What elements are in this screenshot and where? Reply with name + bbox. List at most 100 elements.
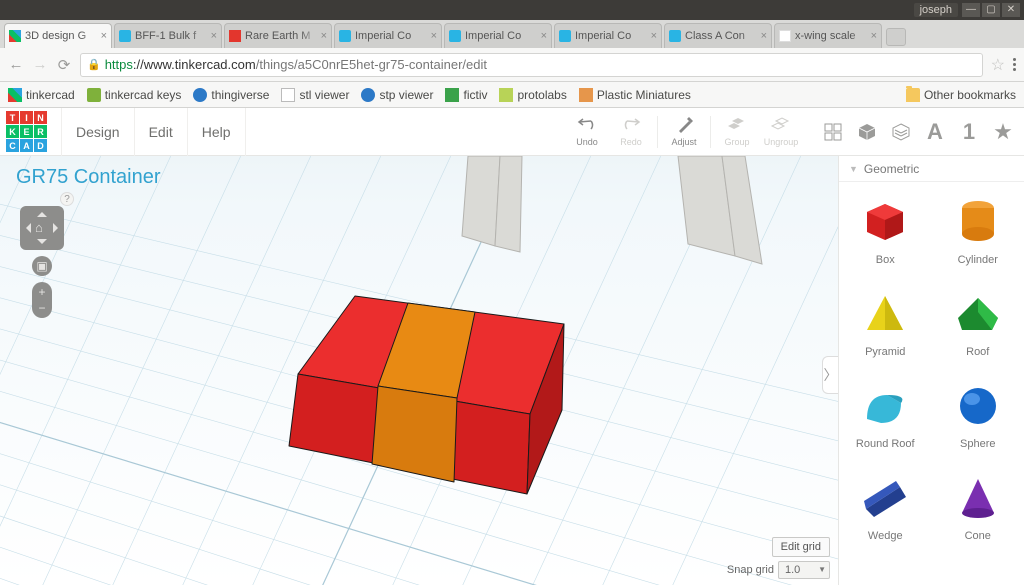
tab-close-icon[interactable]: × <box>651 30 657 42</box>
shape-Sphere[interactable]: Sphere <box>932 366 1024 458</box>
favicon-icon <box>9 30 21 42</box>
os-username: joseph <box>914 3 958 17</box>
fit-view-button[interactable]: ▣ <box>32 256 52 276</box>
bookmarks-bar: tinkercad tinkercad keys thingiverse stl vi… <box>0 82 1024 108</box>
bookmark-item[interactable]: thingiverse <box>193 88 269 102</box>
shape-label: Cylinder <box>958 254 998 266</box>
browser-tab[interactable]: Rare Earth M × <box>224 23 332 48</box>
browser-tab[interactable]: Imperial Co × <box>554 23 662 48</box>
app-menu-help[interactable]: Help <box>187 108 246 156</box>
bookmark-favicon-icon <box>193 88 207 102</box>
tab-title: Imperial Co <box>355 30 429 42</box>
shape-dome[interactable] <box>839 550 932 585</box>
tab-close-icon[interactable]: × <box>431 30 437 42</box>
project-title[interactable]: GR75 Container <box>16 166 161 189</box>
browser-tab[interactable]: BFF-1 Bulk f × <box>114 23 222 48</box>
workplane-tool-icon[interactable] <box>820 119 846 145</box>
shape-Box[interactable]: Box <box>839 182 932 274</box>
shape-Round Roof[interactable]: Round Roof <box>839 366 932 458</box>
bookmark-favicon-icon <box>445 88 459 102</box>
striped-cube-icon[interactable] <box>888 119 914 145</box>
adjust-button[interactable]: Adjust <box>662 108 706 156</box>
browser-tab[interactable]: x-wing scale × <box>774 23 882 48</box>
bookmark-item[interactable]: tinkercad keys <box>87 88 182 102</box>
tab-close-icon[interactable]: × <box>541 30 547 42</box>
orbit-down-icon[interactable] <box>37 239 47 249</box>
edit-grid-button[interactable]: Edit grid <box>772 537 830 557</box>
back-button[interactable]: ← <box>8 57 24 73</box>
shape-Cylinder[interactable]: Cylinder <box>932 182 1024 274</box>
bookmark-label: stl viewer <box>299 88 349 102</box>
shape-Roof[interactable]: Roof <box>932 274 1024 366</box>
view-help-button[interactable]: ? <box>60 192 74 206</box>
shape-thumb-icon <box>857 380 913 432</box>
browser-tab[interactable]: Class A Con × <box>664 23 772 48</box>
orbit-right-icon[interactable] <box>53 223 63 233</box>
reload-button[interactable]: ⟳ <box>56 57 72 73</box>
app-toolbar: TINKERCAD DesignEditHelp UndoRedoAdjustG… <box>0 108 1024 156</box>
view-cube[interactable]: ⌂ <box>20 206 64 250</box>
shape-Wedge[interactable]: Wedge <box>839 458 932 550</box>
bookmark-label: thingiverse <box>211 88 269 102</box>
browser-tab[interactable]: Imperial Co × <box>444 23 552 48</box>
tab-close-icon[interactable]: × <box>101 30 107 42</box>
chrome-menu-button[interactable] <box>1013 58 1016 71</box>
favicon-icon <box>779 30 791 42</box>
shape-Cone[interactable]: Cone <box>932 458 1024 550</box>
favicon-icon <box>669 30 681 42</box>
os-maximize-button[interactable]: ▢ <box>982 3 1000 17</box>
orbit-left-icon[interactable] <box>21 223 31 233</box>
tab-close-icon[interactable]: × <box>871 30 877 42</box>
bookmark-star-icon[interactable]: ☆ <box>991 55 1005 75</box>
shape-Pyramid[interactable]: Pyramid <box>839 274 932 366</box>
text-tool-icon[interactable]: A <box>922 119 948 145</box>
bookmark-item[interactable]: stl viewer <box>281 88 349 102</box>
app-menu: DesignEditHelp <box>61 108 246 156</box>
home-view-icon[interactable]: ⌂ <box>35 220 43 235</box>
number-tool-icon[interactable]: 1 <box>956 119 982 145</box>
panel-toggle-button[interactable]: 〉 <box>822 356 838 394</box>
bookmark-label: tinkercad <box>26 88 75 102</box>
bookmark-item[interactable]: Plastic Miniatures <box>579 88 691 102</box>
zoom-out-button[interactable]: − <box>32 300 52 316</box>
app-menu-design[interactable]: Design <box>61 108 134 156</box>
undo-button[interactable]: Undo <box>565 108 609 156</box>
other-bookmarks-button[interactable]: Other bookmarks <box>906 88 1016 102</box>
app-menu-edit[interactable]: Edit <box>134 108 187 156</box>
favorites-star-icon[interactable]: ★ <box>990 119 1016 145</box>
tab-close-icon[interactable]: × <box>211 30 217 42</box>
canvas-3d-view[interactable]: GR75 Container ? ⌂ ▣ + − 〉 Edit grid Sna… <box>0 156 838 585</box>
panel-category-header[interactable]: ▼ Geometric <box>839 156 1024 182</box>
os-close-button[interactable]: ✕ <box>1002 3 1020 17</box>
zoom-in-button[interactable]: + <box>32 284 52 300</box>
shape-hex[interactable] <box>932 550 1024 585</box>
tab-title: BFF-1 Bulk f <box>135 30 209 42</box>
os-minimize-button[interactable]: — <box>962 3 980 17</box>
tab-title: Imperial Co <box>575 30 649 42</box>
bookmark-item[interactable]: protolabs <box>499 88 566 102</box>
tool-label: Undo <box>576 137 598 147</box>
new-tab-button[interactable] <box>886 28 906 46</box>
shape-thumb-icon <box>857 196 913 248</box>
solid-cube-icon[interactable] <box>854 119 880 145</box>
workspace: GR75 Container ? ⌂ ▣ + − 〉 Edit grid Sna… <box>0 156 1024 585</box>
bookmark-item[interactable]: tinkercad <box>8 88 75 102</box>
tinkercad-logo[interactable]: TINKERCAD <box>0 108 53 156</box>
tab-close-icon[interactable]: × <box>761 30 767 42</box>
bookmark-item[interactable]: fictiv <box>445 88 487 102</box>
browser-tab[interactable]: 3D design G × <box>4 23 112 48</box>
address-bar[interactable]: 🔒 https://www.tinkercad.com/things/a5C0n… <box>80 53 983 77</box>
bookmark-label: stp viewer <box>379 88 433 102</box>
os-title-bar: joseph — ▢ ✕ <box>0 0 1024 20</box>
snap-grid-select[interactable]: 1.0 <box>778 561 830 579</box>
snap-grid-label: Snap grid <box>727 564 774 576</box>
collapse-triangle-icon: ▼ <box>849 164 858 174</box>
browser-tab[interactable]: Imperial Co × <box>334 23 442 48</box>
tab-close-icon[interactable]: × <box>321 30 327 42</box>
orbit-up-icon[interactable] <box>37 207 47 217</box>
forward-button[interactable]: → <box>32 57 48 73</box>
url-protocol: https <box>105 57 133 72</box>
bookmark-item[interactable]: stp viewer <box>361 88 433 102</box>
bookmark-favicon-icon <box>281 88 295 102</box>
grid-controls: Edit grid Snap grid 1.0 <box>727 537 830 579</box>
